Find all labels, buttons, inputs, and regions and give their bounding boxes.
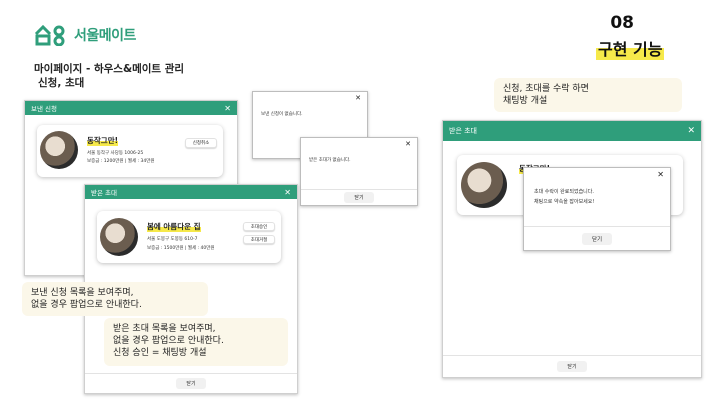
accept-complete-popup: ✕ 초대 수락이 완료되었습니다. 채팅으로 약속을 잡아보세요! 닫기 bbox=[523, 167, 671, 251]
subtitle-line1: 마이페이지 - 하우스&메이트 관리 bbox=[34, 63, 185, 75]
popup-message: 받은 초대가 없습니다. bbox=[309, 158, 351, 163]
reject-invite-button[interactable]: 초대거절 bbox=[243, 235, 275, 244]
modal-title: 받은 초대 bbox=[91, 189, 117, 197]
no-invite-popup: ✕ 받은 초대가 없습니다. 닫기 bbox=[300, 137, 418, 206]
received-invites-modal-accepted: 받은 초대 ✕ 동작그만! ✕ 초대 수락이 완료되었습니다. 채팅으로 약속을… bbox=[442, 120, 702, 378]
close-icon[interactable]: ✕ bbox=[224, 104, 231, 113]
sent-note: 보낸 신청 목록을 보여주며, 없을 경우 팝업으로 안내한다. bbox=[22, 282, 208, 316]
close-button[interactable]: 닫기 bbox=[176, 378, 206, 389]
modal-header: 받은 초대 ✕ bbox=[85, 185, 297, 199]
close-icon[interactable]: ✕ bbox=[657, 170, 664, 179]
received-note: 받은 초대 목록을 보여주며, 없을 경우 팝업으로 안내한다. 신청 승인 =… bbox=[104, 318, 288, 366]
house-logo-icon bbox=[34, 24, 68, 47]
house-address: 서울 동작구 사당동 1006-25 bbox=[87, 151, 144, 156]
close-icon[interactable]: ✕ bbox=[405, 140, 411, 148]
slide-title: 구현 기능 bbox=[596, 36, 665, 60]
accept-invite-button[interactable]: 초대승인 bbox=[243, 222, 275, 231]
house-thumbnail bbox=[100, 218, 138, 256]
modal-title: 받은 초대 bbox=[449, 127, 477, 135]
close-icon[interactable]: ✕ bbox=[284, 188, 291, 197]
house-title: 봄에 아름다운 집 bbox=[147, 221, 201, 232]
close-button[interactable]: 닫기 bbox=[581, 232, 613, 245]
house-price: 보증금 : 1500만원 | 월세 : 40만원 bbox=[147, 246, 215, 251]
modal-title: 보낸 신청 bbox=[31, 105, 57, 113]
close-icon[interactable]: ✕ bbox=[355, 94, 361, 102]
popup-message-line1: 초대 수락이 완료되었습니다. bbox=[534, 189, 594, 195]
house-card[interactable]: 봄에 아름다운 집 서울 도봉구 도봉동 610-7 보증금 : 1500만원 … bbox=[97, 211, 281, 263]
house-thumbnail bbox=[461, 162, 507, 208]
house-thumbnail bbox=[40, 131, 78, 169]
close-icon[interactable]: ✕ bbox=[687, 126, 695, 136]
modal-header: 보낸 신청 ✕ bbox=[25, 101, 237, 115]
close-button[interactable]: 닫기 bbox=[344, 192, 374, 203]
house-address: 서울 도봉구 도봉동 610-7 bbox=[147, 237, 198, 242]
accept-note: 신청, 초대를 수락 하면 채팅방 개설 bbox=[494, 78, 682, 112]
house-price: 보증금 : 1200만원 | 월세 : 34만원 bbox=[87, 159, 155, 164]
popup-message-line2: 채팅으로 약속을 잡아보세요! bbox=[534, 199, 595, 205]
popup-message: 보낸 신청이 없습니다. bbox=[261, 112, 303, 117]
subtitle-line2: 신청, 초대 bbox=[38, 77, 85, 89]
brand-name: 서울메이트 bbox=[74, 28, 136, 44]
modal-header: 받은 초대 ✕ bbox=[443, 121, 701, 141]
close-button[interactable]: 닫기 bbox=[557, 361, 587, 372]
slide-number: 08 bbox=[610, 13, 634, 33]
page-subtitle: 마이페이지 - 하우스&메이트 관리 신청, 초대 bbox=[34, 62, 184, 90]
house-card[interactable]: 동작그만! 서울 동작구 사당동 1006-25 보증금 : 1200만원 | … bbox=[37, 125, 223, 177]
cancel-request-button[interactable]: 신청취소 bbox=[185, 138, 217, 148]
house-title: 동작그만! bbox=[87, 135, 119, 146]
brand-logo: 서울메이트 bbox=[34, 24, 136, 47]
